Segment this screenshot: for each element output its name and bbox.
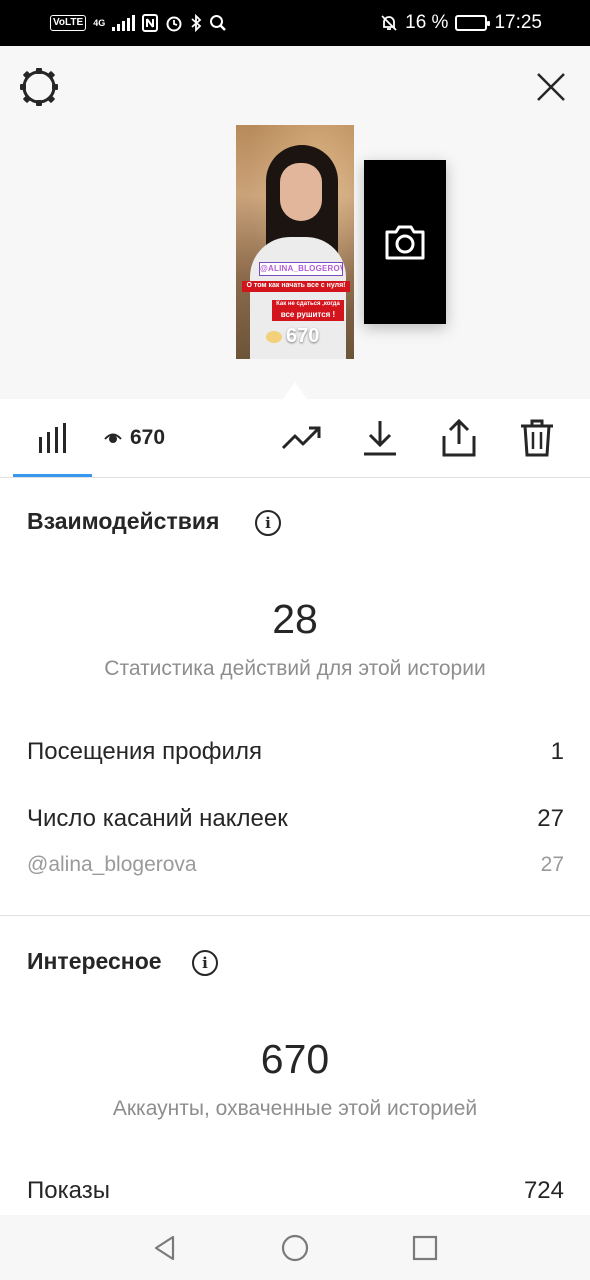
story-toolbar: 670 — [0, 399, 590, 478]
battery-icon — [455, 15, 491, 31]
camera-icon — [385, 225, 425, 260]
battery-percent: 16 % — [405, 12, 449, 33]
views-count-label: 670 — [130, 426, 166, 449]
stat-value: 1 — [550, 738, 564, 765]
info-icon[interactable]: i — [255, 510, 281, 536]
selected-story-pointer — [283, 382, 307, 399]
gear-icon — [20, 68, 58, 106]
share-button[interactable] — [437, 399, 481, 477]
interactions-title: Взаимодействия — [27, 508, 220, 534]
story-caption-3: все рушится ! — [272, 310, 344, 321]
system-nav-bar — [0, 1215, 590, 1280]
bluetooth-icon — [191, 14, 202, 32]
discovery-subtitle: Аккаунты, охваченные этой историей — [112, 1097, 478, 1120]
stat-value: 724 — [523, 1177, 564, 1204]
network-type: 4G — [93, 17, 106, 28]
nfc-icon — [142, 14, 159, 32]
back-icon[interactable] — [151, 1234, 179, 1262]
interactions-subtitle: Статистика действий для этой истории — [104, 657, 486, 680]
trend-icon — [281, 426, 321, 450]
stat-label: Показы — [27, 1177, 110, 1204]
search-icon — [210, 15, 227, 31]
story-caption-2: Как не сдаться ,когда — [272, 300, 344, 310]
eye-icon — [104, 433, 122, 443]
volte-badge: VoLTE — [50, 15, 87, 31]
interactions-total: 28 — [272, 596, 318, 642]
status-left: VoLTE 4G — [50, 14, 227, 32]
stat-label: Число касаний наклеек — [27, 805, 288, 832]
stat-value: 27 — [537, 805, 564, 832]
eye-icon — [266, 330, 282, 343]
story-mention-sticker: @ALINA_BLOGEROVA — [259, 262, 343, 276]
discovery-title: Интересное — [27, 948, 162, 974]
story-caption-1: О том как начать все с нуля! — [242, 281, 350, 292]
discovery-total: 670 — [260, 1036, 330, 1082]
download-button[interactable] — [358, 399, 402, 477]
story-thumbnail[interactable]: @ALINA_BLOGEROVA О том как начать все с … — [236, 125, 354, 359]
trash-icon — [521, 419, 553, 457]
story-views-overlay: 670 — [266, 325, 319, 348]
active-tab-indicator — [13, 474, 92, 477]
close-icon — [537, 73, 565, 101]
info-icon[interactable]: i — [192, 950, 218, 976]
status-right: 16 % 17:25 — [380, 12, 542, 34]
stat-row-impressions: Показы 724 — [27, 1177, 564, 1205]
stat-value: 27 — [540, 853, 564, 876]
home-icon[interactable] — [280, 1233, 310, 1263]
section-divider — [0, 915, 590, 916]
stat-label: Посещения профиля — [27, 738, 262, 765]
stat-row-sticker-taps: Число касаний наклеек 27 — [27, 805, 564, 833]
stat-row-mention-sticker: @alina_blogerova 27 — [27, 853, 564, 877]
settings-button[interactable] — [18, 66, 60, 108]
stat-label: @alina_blogerova — [27, 853, 197, 876]
signal-icon — [112, 15, 136, 31]
promote-button[interactable] — [278, 399, 326, 477]
close-button[interactable] — [530, 66, 572, 108]
story-person-face — [280, 163, 322, 221]
bar-chart-icon — [38, 423, 66, 453]
status-bar: VoLTE 4G 16 % 17:25 — [0, 0, 590, 46]
network-type-label: 4G — [93, 17, 106, 28]
story-preview-area: @ALINA_BLOGEROVA О том как начать все с … — [0, 46, 590, 399]
tab-viewers[interactable]: 670 — [104, 399, 165, 477]
story-views-count: 670 — [286, 325, 320, 347]
tab-insights[interactable] — [13, 399, 92, 477]
add-story-card[interactable] — [364, 160, 446, 324]
alarm-icon — [166, 16, 182, 32]
clock: 17:25 — [494, 12, 542, 33]
share-icon — [442, 418, 476, 457]
delete-button[interactable] — [515, 399, 559, 477]
mute-bell-icon — [381, 15, 397, 31]
download-icon — [364, 421, 396, 456]
recents-icon[interactable] — [411, 1234, 439, 1262]
stat-row-profile-visits: Посещения профиля 1 — [27, 738, 564, 766]
